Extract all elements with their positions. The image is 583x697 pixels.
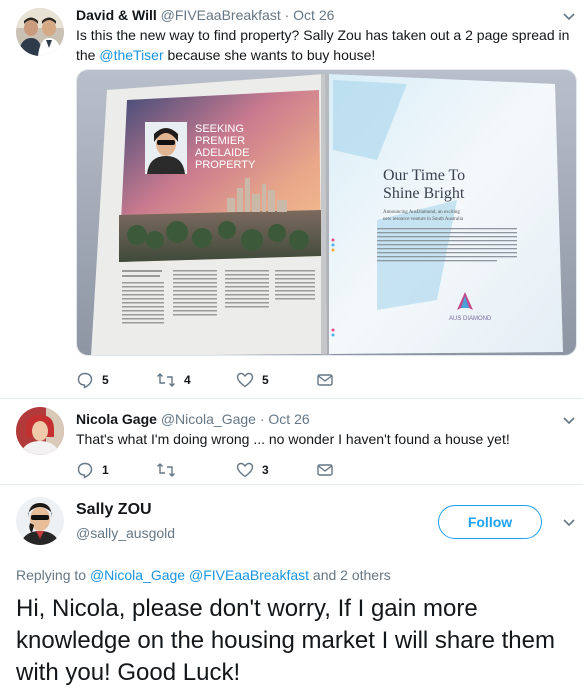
reply-button[interactable]: 1 (76, 460, 109, 480)
tweet-actions: 1 3 (76, 460, 376, 480)
follow-button[interactable]: Follow (438, 505, 542, 539)
user-handle[interactable]: @FIVEaaBreakfast (161, 7, 281, 23)
reply-count: 5 (102, 373, 109, 387)
newspaper-heading-1: SEEKING (195, 123, 244, 135)
tweet-text: Hi, Nicola, please don't worry, If I gai… (16, 595, 555, 686)
heart-icon (236, 462, 254, 478)
user-handle[interactable]: @sally_ausgold (76, 525, 175, 541)
user-handle[interactable]: @Nicola_Gage (161, 411, 256, 427)
avatar[interactable] (16, 407, 64, 455)
chevron-down-icon[interactable] (562, 518, 576, 528)
like-count: 5 (262, 373, 269, 387)
replying-others-link[interactable]: and 2 others (309, 567, 391, 583)
tweet-header: David & Will @FIVEaaBreakfast · Oct 26 (76, 6, 334, 24)
mention-link[interactable]: @theTiser (99, 47, 163, 63)
reply-count: 1 (102, 463, 109, 477)
display-name[interactable]: David & Will (76, 7, 157, 23)
heart-icon (236, 372, 254, 388)
replying-to: Replying to @Nicola_Gage @FIVEaaBreakfas… (16, 566, 391, 584)
tweet-text-segment: because she wants to buy house! (163, 47, 376, 63)
tweet-david-will: David & Will @FIVEaaBreakfast · Oct 26 I… (0, 0, 583, 400)
display-name[interactable]: Sally ZOU (76, 501, 152, 518)
retweet-button[interactable] (156, 460, 184, 480)
user-handle-row: @sally_ausgold (76, 524, 175, 542)
newspaper-heading-3: ADELAIDE (195, 147, 249, 159)
direct-message-button[interactable] (316, 370, 334, 390)
envelope-icon (317, 464, 333, 476)
chevron-down-icon[interactable] (562, 416, 576, 426)
tweet-actions: 5 4 5 (76, 370, 376, 390)
tweet-date[interactable]: · Oct 26 (260, 411, 310, 427)
retweet-button[interactable]: 4 (156, 370, 191, 390)
tweet-text-segment: the (76, 47, 100, 63)
logo-text: AUS DIAMOND (449, 316, 492, 322)
tweet-header: Sally ZOU (76, 500, 152, 520)
tweet-text: That's what I'm doing wrong ... no wonde… (76, 431, 510, 447)
tweet-text-line-1: Is this the new way to find property? Sa… (76, 27, 570, 43)
like-button[interactable]: 3 (236, 460, 269, 480)
newspaper-right-heading-2: Shine Bright (383, 185, 465, 202)
avatar[interactable] (16, 497, 64, 545)
avatar[interactable] (16, 8, 64, 56)
reply-icon (77, 372, 93, 389)
tweet-photo[interactable]: SEEKING PREMIER ADELAIDE PROPERTY Our Ti… (76, 69, 577, 356)
tweet-header: Nicola Gage @Nicola_Gage · Oct 26 (76, 410, 310, 428)
direct-message-button[interactable] (316, 460, 334, 480)
retweet-icon (157, 373, 175, 387)
retweet-count: 4 (184, 373, 191, 387)
newspaper-right-sub-2: new resource venture in South Australia (383, 217, 464, 222)
mention-link[interactable]: @FIVEaaBreakfast (185, 567, 309, 583)
tweet-date[interactable]: · Oct 26 (285, 7, 335, 23)
mention-link[interactable]: @Nicola_Gage (90, 567, 185, 583)
replying-prefix: Replying to (16, 567, 90, 583)
newspaper-heading-2: PREMIER (195, 135, 245, 147)
envelope-icon (317, 374, 333, 386)
chevron-down-icon[interactable] (562, 12, 576, 22)
like-count: 3 (262, 463, 269, 477)
tweet-nicola-gage: Nicola Gage @Nicola_Gage · Oct 26 That's… (0, 399, 583, 484)
newspaper-right-sub-1: Announcing AusDiamond, an exciting (383, 210, 460, 215)
retweet-icon (157, 463, 175, 477)
tweet-text-line-2: the @theTiser because she wants to buy h… (76, 45, 576, 65)
reply-icon (77, 462, 93, 479)
reply-button[interactable]: 5 (76, 370, 109, 390)
newspaper-heading-4: PROPERTY (195, 159, 256, 171)
like-button[interactable]: 5 (236, 370, 269, 390)
tweet-text: Is this the new way to find property? Sa… (76, 25, 576, 65)
newspaper-right-heading-1: Our Time To (383, 167, 465, 184)
display-name[interactable]: Nicola Gage (76, 411, 157, 427)
